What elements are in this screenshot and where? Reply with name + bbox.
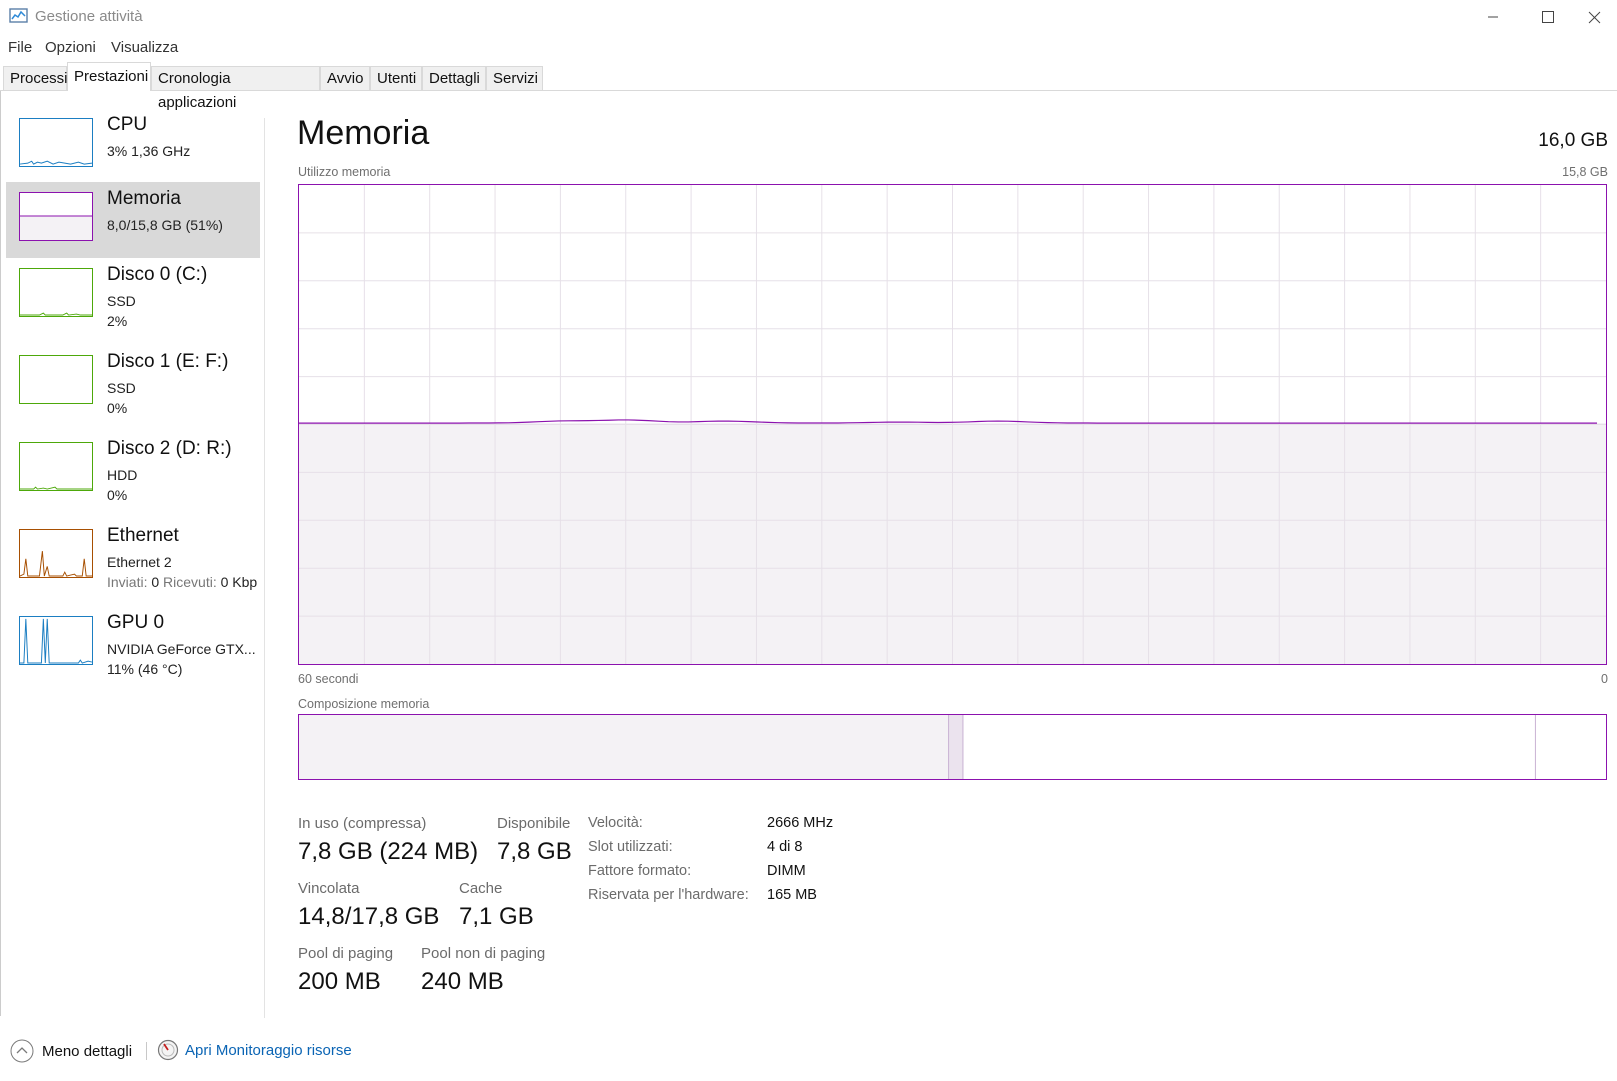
form-factor-label: Fattore formato: — [588, 863, 692, 879]
memory-usage-line — [299, 419, 1598, 424]
available-value: 7,8 GB — [497, 838, 572, 865]
sidebar-item-gpu-name: NVIDIA GeForce GTX... — [107, 641, 256, 657]
window-title: Gestione attività — [35, 8, 143, 25]
sidebar-item-detail: 0% — [107, 400, 128, 416]
menu-visualizza[interactable]: Visualizza — [111, 39, 178, 56]
cache-value: 7,1 GB — [459, 903, 534, 930]
title-bar: Gestione attività — [0, 0, 1617, 34]
sidebar-item-title: CPU — [107, 114, 148, 135]
minimize-icon — [1488, 16, 1498, 18]
task-manager-icon — [9, 8, 28, 23]
sidebar-item-memoria[interactable]: Memoria 8,0/15,8 GB (51%) — [6, 182, 260, 258]
composition-free-segment — [1535, 715, 1606, 779]
disk1-thumbnail-graph — [19, 355, 93, 404]
cpu-thumbnail-graph — [19, 118, 93, 167]
tab-avvio[interactable]: Avvio — [320, 66, 370, 90]
slots-value: 4 di 8 — [767, 839, 803, 855]
sidebar-item-type: HDD — [107, 467, 138, 483]
less-details-label: Meno dettagli — [42, 1042, 133, 1060]
cache-label: Cache — [459, 880, 503, 897]
close-button[interactable] — [1571, 0, 1617, 34]
sidebar-item-gpu-0[interactable]: GPU 0 NVIDIA GeForce GTX... 11% (46 °C) — [6, 606, 260, 682]
tab-cronologia-applicazioni[interactable]: Cronologia applicazioni — [151, 66, 320, 111]
sidebar-item-type: SSD — [107, 293, 136, 309]
sidebar-item-title: Disco 1 (E: F:) — [107, 351, 229, 372]
chevron-up-icon — [10, 1039, 34, 1063]
gpu-thumbnail-graph — [19, 616, 93, 665]
disk0-thumbnail-graph — [19, 268, 93, 317]
graph-label: Utilizzo memoria — [298, 165, 391, 179]
composition-modified-segment — [948, 715, 963, 779]
sidebar-item-disco-0[interactable]: Disco 0 (C:) SSD 2% — [6, 258, 260, 334]
sidebar-item-disco-2[interactable]: Disco 2 (D: R:) HDD 0% — [6, 432, 260, 508]
committed-label: Vincolata — [298, 880, 360, 897]
tab-servizi[interactable]: Servizi — [486, 66, 543, 90]
disk2-thumbnail-graph — [19, 442, 93, 491]
tab-dettagli[interactable]: Dettagli — [422, 66, 486, 90]
nonpaged-pool-label: Pool non di paging — [421, 945, 546, 962]
open-resource-monitor-link[interactable]: Apri Monitoraggio risorse — [157, 1039, 352, 1061]
memory-composition-bar — [298, 714, 1607, 780]
tab-processi[interactable]: Processi — [3, 66, 68, 90]
sidebar-item-disco-1[interactable]: Disco 1 (E: F:) SSD 0% — [6, 345, 260, 421]
time-axis-end: 0 — [1601, 672, 1608, 686]
sent-label: Inviati: — [107, 574, 148, 590]
time-axis-start: 60 secondi — [298, 672, 359, 686]
composition-in-use-segment — [299, 715, 949, 779]
sidebar-item-title: Disco 0 (C:) — [107, 264, 208, 285]
menu-file[interactable]: File — [8, 39, 32, 56]
paged-pool-label: Pool di paging — [298, 945, 394, 962]
composition-label: Composizione memoria — [298, 697, 430, 711]
memory-usage-graph — [298, 184, 1607, 665]
in-use-value: 7,8 GB (224 MB) — [298, 838, 479, 865]
sidebar-item-detail: 3% 1,36 GHz — [107, 143, 191, 159]
maximize-button[interactable] — [1525, 0, 1571, 34]
page-title: Memoria — [297, 114, 430, 152]
sidebar-item-throughput: Inviati: 0 Ricevuti: 0 Kbp — [107, 574, 260, 590]
close-icon — [1588, 11, 1600, 23]
footer-divider — [146, 1042, 147, 1060]
sent-value: 0 — [151, 574, 160, 590]
sidebar-item-detail: 2% — [107, 313, 128, 329]
sidebar-item-adapter: Ethernet 2 — [107, 554, 172, 570]
paged-pool-value: 200 MB — [298, 968, 381, 995]
open-resource-monitor-label: Apri Monitoraggio risorse — [185, 1041, 352, 1059]
less-details-button[interactable]: Meno dettagli — [10, 1039, 132, 1063]
graph-max-label: 15,8 GB — [1562, 165, 1608, 179]
form-factor-value: DIMM — [767, 863, 806, 879]
maximize-icon — [1542, 11, 1554, 23]
sidebar-item-detail: 0% — [107, 487, 128, 503]
sidebar-item-title: Ethernet — [107, 525, 179, 546]
composition-standby-segment — [962, 715, 1536, 779]
sidebar-item-detail: 8,0/15,8 GB (51%) — [107, 217, 223, 233]
sidebar-item-title: Disco 2 (D: R:) — [107, 438, 232, 459]
sidebar-item-detail: 11% (46 °C) — [107, 661, 183, 677]
committed-value: 14,8/17,8 GB — [298, 903, 440, 930]
minimize-button[interactable] — [1470, 0, 1516, 34]
footer: Meno dettagli Apri Monitoraggio risorse — [0, 1030, 1617, 1070]
ethernet-thumbnail-graph — [19, 529, 93, 578]
available-label: Disponibile — [497, 815, 571, 832]
hardware-reserved-value: 165 MB — [767, 887, 817, 903]
tab-prestazioni[interactable]: Prestazioni — [67, 62, 151, 91]
menu-opzioni[interactable]: Opzioni — [45, 39, 96, 56]
speed-label: Velocità: — [588, 815, 643, 831]
sidebar-item-title: Memoria — [107, 188, 181, 209]
slots-label: Slot utilizzati: — [588, 839, 673, 855]
hardware-reserved-label: Riservata per l'hardware: — [588, 887, 749, 903]
resource-monitor-icon — [157, 1039, 179, 1061]
in-use-label: In uso (compressa) — [298, 815, 427, 832]
received-value: 0 Kbp — [220, 574, 258, 590]
sidebar-item-type: SSD — [107, 380, 136, 396]
nonpaged-pool-value: 240 MB — [421, 968, 504, 995]
sidebar-item-ethernet[interactable]: Ethernet Ethernet 2 Inviati: 0 Ricevuti:… — [6, 519, 260, 595]
tab-utenti[interactable]: Utenti — [370, 66, 422, 90]
total-memory: 16,0 GB — [1538, 130, 1608, 151]
speed-value: 2666 MHz — [767, 815, 834, 831]
received-label: Ricevuti: — [163, 574, 217, 590]
sidebar-item-title: GPU 0 — [107, 612, 165, 633]
sidebar-item-cpu[interactable]: CPU 3% 1,36 GHz — [6, 108, 260, 184]
memory-thumbnail-graph — [19, 192, 93, 241]
sidebar-divider — [264, 118, 265, 1018]
